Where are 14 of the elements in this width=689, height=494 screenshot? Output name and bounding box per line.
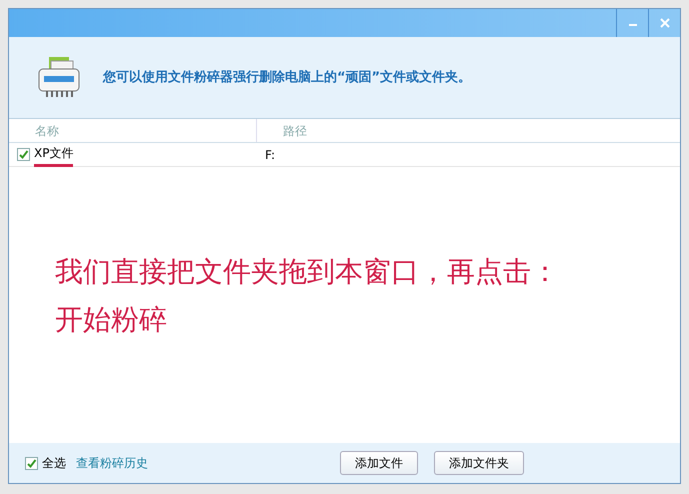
checkbox[interactable]: [17, 148, 30, 161]
close-icon: [660, 18, 670, 28]
column-header[interactable]: 路径: [283, 122, 307, 140]
add-button[interactable]: 添加文件夹: [434, 451, 524, 475]
add-button[interactable]: 添加文件: [340, 451, 418, 475]
header-message: 您可以使用文件粉碎器强行删除电脑上的“顽固”文件或文件夹。: [103, 68, 472, 87]
checkbox[interactable]: [25, 456, 38, 470]
history-link[interactable]: 查看粉碎历史: [76, 454, 148, 472]
column-header[interactable]: 名称: [35, 122, 59, 140]
select-all-label: 全选: [42, 455, 66, 472]
table-cell: F:: [265, 148, 276, 162]
table-cell: XP文件: [34, 142, 74, 166]
annotation-text: 开始粉碎: [55, 303, 168, 337]
annotation-text: 我们直接把文件夹拖到本窗口，再点击：: [55, 255, 560, 289]
